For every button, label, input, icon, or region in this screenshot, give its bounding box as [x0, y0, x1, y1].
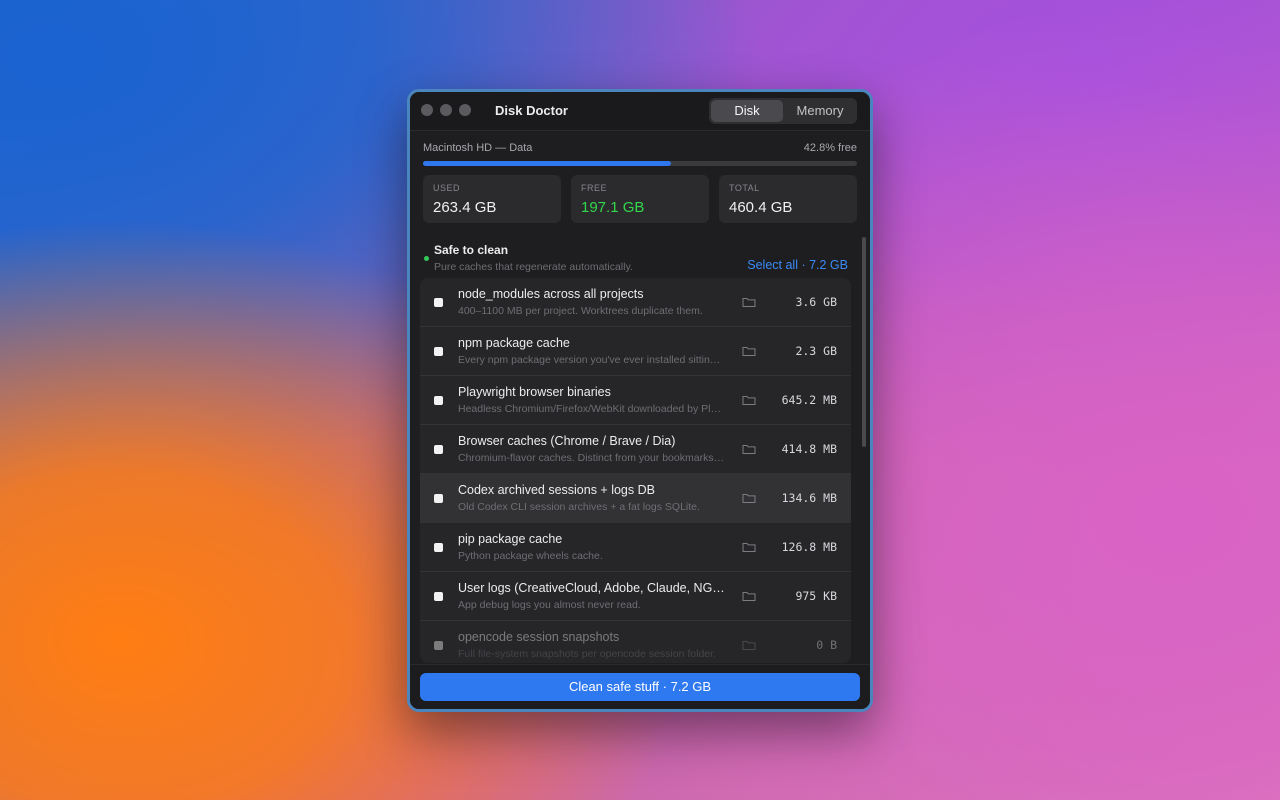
cleanable-items-list: node_modules across all projects 400–110…	[420, 278, 851, 663]
window-title: Disk Doctor	[495, 103, 568, 118]
item-size: 414.8 MB	[781, 442, 837, 456]
footer-bar: Clean safe stuff · 7.2 GB	[410, 664, 870, 709]
list-item[interactable]: User logs (CreativeCloud, Adobe, Claude,…	[420, 572, 851, 621]
disk-usage-bar	[423, 161, 857, 166]
stat-used: USED 263.4 GB	[423, 175, 561, 223]
volume-free-percent: 42.8% free	[803, 142, 857, 154]
item-title: Codex archived sessions + logs DB	[458, 483, 655, 497]
item-title: pip package cache	[458, 532, 563, 546]
item-size: 645.2 MB	[781, 393, 837, 407]
item-checkbox[interactable]	[434, 298, 443, 307]
tab-disk[interactable]: Disk	[711, 100, 783, 122]
list-item-disabled[interactable]: opencode session snapshots Full file-sys…	[420, 621, 851, 663]
folder-icon[interactable]	[742, 345, 756, 357]
item-description: Full file-system snapshots per opencode …	[458, 648, 716, 660]
item-checkbox[interactable]	[434, 592, 443, 601]
mode-segmented-control: Disk Memory	[709, 98, 857, 124]
item-title: Browser caches (Chrome / Brave / Dia)	[458, 434, 676, 448]
list-item[interactable]: npm package cache Every npm package vers…	[420, 327, 851, 376]
folder-icon[interactable]	[742, 590, 756, 602]
folder-icon[interactable]	[742, 296, 756, 308]
item-checkbox[interactable]	[434, 396, 443, 405]
item-size: 3.6 GB	[795, 295, 837, 309]
folder-icon[interactable]	[742, 492, 756, 504]
list-scrollbar[interactable]	[862, 237, 866, 447]
item-description: Headless Chromium/Firefox/WebKit downloa…	[458, 403, 726, 415]
item-size: 2.3 GB	[795, 344, 837, 358]
list-item[interactable]: node_modules across all projects 400–110…	[420, 278, 851, 327]
item-checkbox[interactable]	[434, 347, 443, 356]
status-dot-icon	[424, 256, 429, 261]
section-subtitle: Pure caches that regenerate automaticall…	[434, 261, 633, 273]
item-size: 134.6 MB	[781, 491, 837, 505]
volume-name: Macintosh HD — Data	[423, 142, 533, 154]
folder-icon[interactable]	[742, 541, 756, 553]
item-description: Chromium-flavor caches. Distinct from yo…	[458, 452, 726, 464]
stat-free: FREE 197.1 GB	[571, 175, 709, 223]
item-title: Playwright browser binaries	[458, 385, 611, 399]
folder-icon[interactable]	[742, 394, 756, 406]
section-title: Safe to clean	[434, 243, 509, 257]
item-checkbox[interactable]	[434, 445, 443, 454]
stat-used-label: USED	[433, 183, 461, 193]
list-item[interactable]: Playwright browser binaries Headless Chr…	[420, 376, 851, 425]
zoom-window-button[interactable]	[459, 104, 471, 116]
title-bar: Disk Doctor Disk Memory	[410, 92, 870, 131]
stat-total-label: TOTAL	[729, 183, 760, 193]
folder-icon[interactable]	[742, 443, 756, 455]
minimize-window-button[interactable]	[440, 104, 452, 116]
select-all-link[interactable]: Select all · 7.2 GB	[747, 258, 848, 272]
list-item[interactable]: pip package cache Python package wheels …	[420, 523, 851, 572]
item-description: Old Codex CLI session archives + a fat l…	[458, 501, 700, 513]
disk-doctor-window: Disk Doctor Disk Memory Macintosh HD — D…	[407, 89, 873, 712]
item-title: node_modules across all projects	[458, 287, 644, 301]
item-size: 0 B	[816, 638, 837, 652]
list-item[interactable]: Browser caches (Chrome / Brave / Dia) Ch…	[420, 425, 851, 474]
item-description: App debug logs you almost never read.	[458, 599, 641, 611]
stat-used-value: 263.4 GB	[433, 199, 497, 216]
item-size: 126.8 MB	[781, 540, 837, 554]
clean-safe-button[interactable]: Clean safe stuff · 7.2 GB	[420, 673, 860, 701]
item-title: opencode session snapshots	[458, 630, 620, 644]
item-description: 400–1100 MB per project. Worktrees dupli…	[458, 305, 703, 317]
item-description: Every npm package version you've ever in…	[458, 354, 726, 366]
item-checkbox[interactable]	[434, 641, 443, 650]
stat-total: TOTAL 460.4 GB	[719, 175, 857, 223]
stat-free-label: FREE	[581, 183, 608, 193]
list-item-hovered[interactable]: Codex archived sessions + logs DB Old Co…	[420, 474, 851, 523]
item-size: 975 KB	[795, 589, 837, 603]
folder-icon[interactable]	[742, 639, 756, 651]
item-description: Python package wheels cache.	[458, 550, 603, 562]
item-checkbox[interactable]	[434, 494, 443, 503]
stat-free-value: 197.1 GB	[581, 199, 645, 216]
item-title: User logs (CreativeCloud, Adobe, Claude,…	[458, 581, 728, 595]
tab-memory[interactable]: Memory	[785, 100, 855, 122]
close-window-button[interactable]	[421, 104, 433, 116]
stat-total-value: 460.4 GB	[729, 199, 793, 216]
item-checkbox[interactable]	[434, 543, 443, 552]
disk-usage-fill	[423, 161, 672, 166]
item-title: npm package cache	[458, 336, 570, 350]
